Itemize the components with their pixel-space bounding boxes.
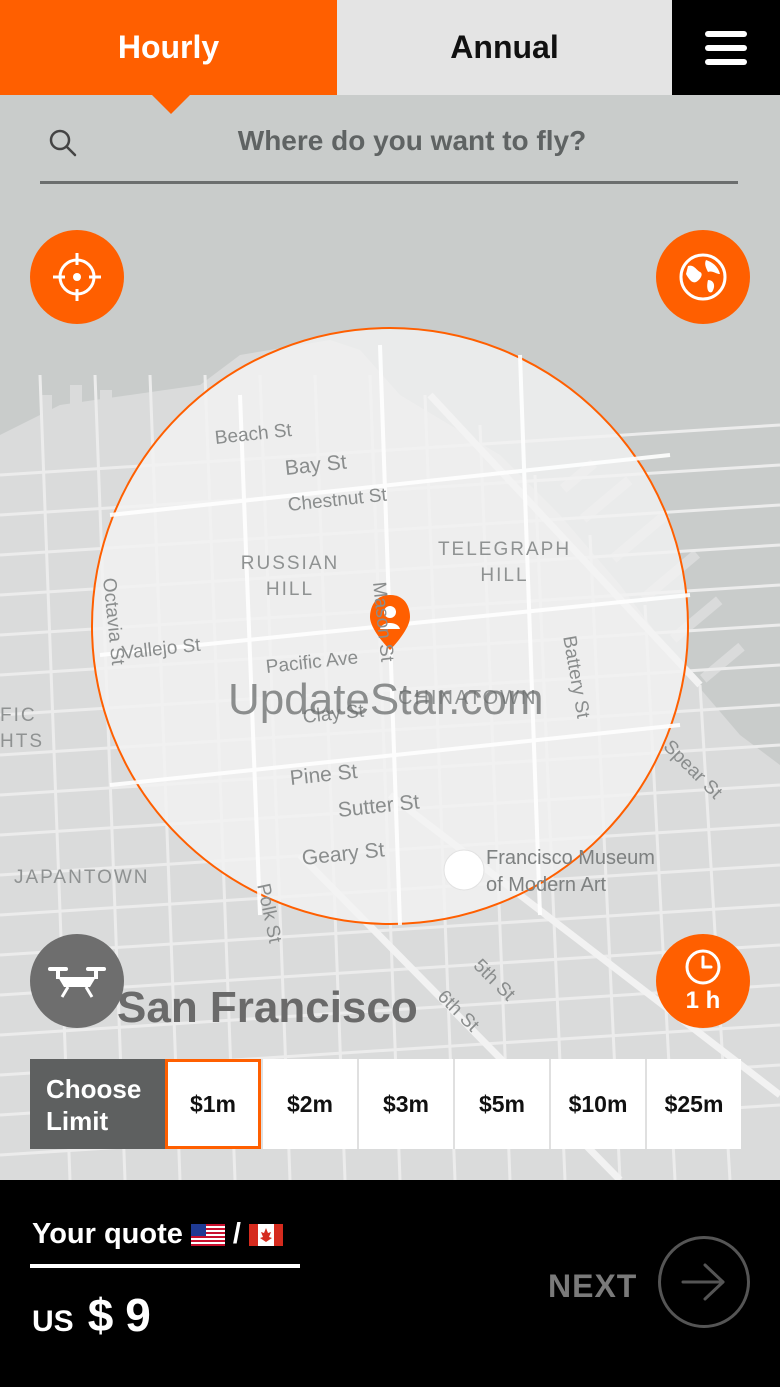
watermark: UpdateStar.com <box>228 675 544 724</box>
next-arrow-button[interactable] <box>658 1236 750 1328</box>
next-button[interactable]: NEXT <box>548 1268 637 1305</box>
district-label: RUSSIAN HILL <box>240 553 340 600</box>
poi-label: Francisco Museum of Modern Art <box>486 847 655 896</box>
menu-button[interactable] <box>672 0 780 95</box>
globe-button[interactable] <box>656 230 750 324</box>
quote-underline <box>30 1264 300 1268</box>
limit-option-2m[interactable]: $2m <box>261 1059 357 1149</box>
duration-button[interactable]: 1 h <box>656 934 750 1028</box>
district-label: JAPANTOWN <box>14 867 150 888</box>
globe-icon <box>679 253 727 301</box>
limit-selector: Choose Limit $1m $2m $3m $5m $10m $25m <box>30 1059 741 1149</box>
locate-me-button[interactable] <box>30 230 124 324</box>
district-label: HTS <box>0 731 44 752</box>
limit-option-5m[interactable]: $5m <box>453 1059 549 1149</box>
drone-icon <box>48 967 106 998</box>
limit-option-10m[interactable]: $10m <box>549 1059 645 1149</box>
duration-label: 1 h <box>685 987 721 1014</box>
search-bar <box>40 100 738 184</box>
limit-option-3m[interactable]: $3m <box>357 1059 453 1149</box>
plan-tabs: Hourly Annual <box>0 0 780 114</box>
search-input[interactable] <box>110 120 714 162</box>
tab-annual[interactable]: Annual <box>337 0 672 95</box>
canada-flag-icon <box>248 1223 283 1246</box>
district-label: TELEGRAPH HILL <box>437 539 572 586</box>
price-currency: US <box>32 1305 74 1338</box>
quote-title: Your quote / <box>32 1218 283 1251</box>
arrow-right-icon <box>681 1263 725 1301</box>
price-symbol: $ <box>87 1289 114 1341</box>
price-amount: 9 <box>125 1289 151 1341</box>
city-label: San Francisco <box>117 983 418 1032</box>
limit-label: Choose Limit <box>30 1059 165 1149</box>
map-view[interactable]: Beach St Bay St Chestnut St Vallejo St P… <box>0 95 780 1180</box>
search-icon <box>49 129 77 157</box>
quote-price: US $ 9 <box>32 1288 151 1342</box>
us-flag-icon <box>190 1223 225 1246</box>
limit-option-1m[interactable]: $1m <box>165 1059 261 1149</box>
crosshair-icon <box>53 253 101 301</box>
clock-icon <box>685 949 721 985</box>
quote-panel: Your quote / US $ 9 NEXT <box>0 1180 780 1387</box>
drone-button[interactable] <box>30 934 124 1028</box>
tab-hourly[interactable]: Hourly <box>0 0 337 114</box>
quote-title-text: Your quote <box>32 1218 183 1250</box>
limit-option-25m[interactable]: $25m <box>645 1059 741 1149</box>
flag-separator: / <box>232 1218 241 1250</box>
hamburger-icon <box>705 30 747 65</box>
district-label: FIC <box>0 705 37 726</box>
